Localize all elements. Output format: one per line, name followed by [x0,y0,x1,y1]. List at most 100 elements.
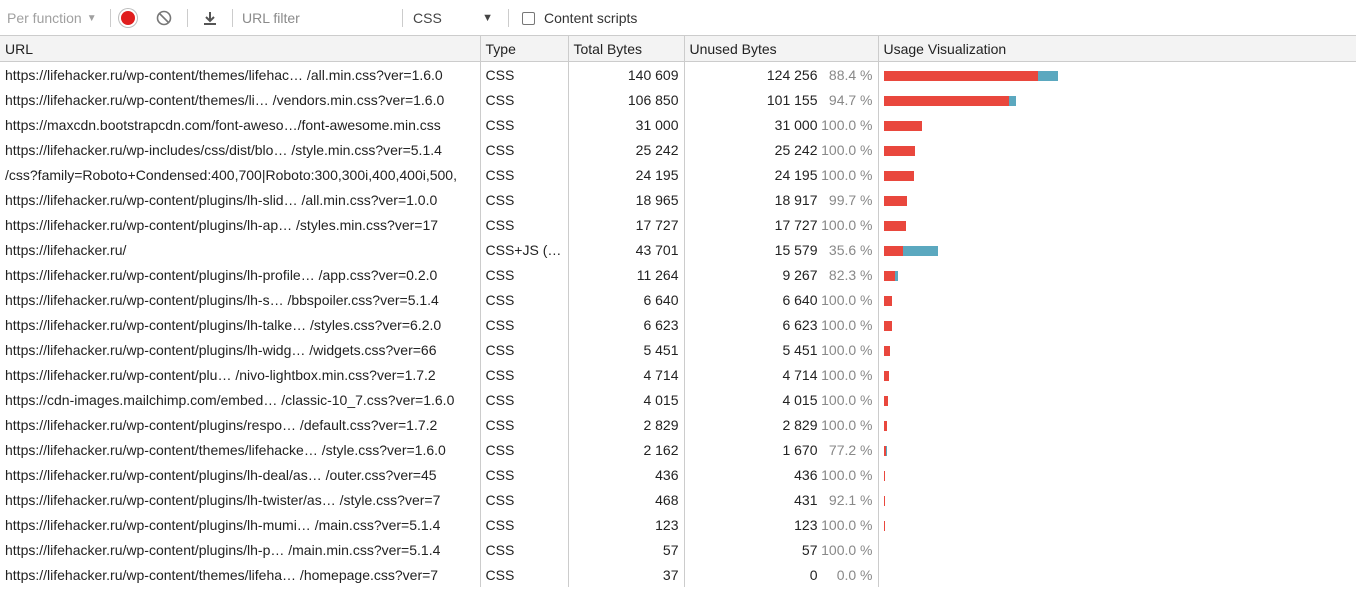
table-row[interactable]: https://lifehacker.ru/wp-content/plugins… [0,337,1356,362]
clear-button[interactable] [155,0,173,36]
row-url: https://lifehacker.ru/wp-content/plugins… [5,291,439,308]
usage-bar-unused [883,195,908,206]
usage-bar [883,345,1352,356]
row-total-bytes: 25 242 [567,137,684,162]
table-row[interactable]: https://lifehacker.ru/wp-content/plu… /n… [0,362,1356,387]
row-url: https://lifehacker.ru/wp-content/themes/… [5,91,445,108]
coverage-toolbar: Per function ▼ CSS ▼ Content scripts [0,0,1356,36]
column-header-total-bytes[interactable]: Total Bytes [567,36,684,62]
usage-bar [883,570,1352,581]
row-usage-visualization [877,537,1356,562]
table-row[interactable]: https://lifehacker.ru/wp-includes/css/di… [0,137,1356,162]
table-row[interactable]: https://lifehacker.ru/wp-content/themes/… [0,437,1356,462]
row-unused-percent: 100.0 % [821,516,873,533]
row-usage-visualization [877,312,1356,337]
table-row[interactable]: https://lifehacker.ru/CSS+JS (… 43 701 15 … [0,237,1356,262]
table-row[interactable]: https://lifehacker.ru/wp-content/plugins… [0,262,1356,287]
row-unused-percent: 100.0 % [821,466,873,483]
table-row[interactable]: https://lifehacker.ru/wp-content/plugins… [0,512,1356,537]
row-unused-bytes-cell: 431 92.1 % [683,487,878,512]
row-usage-visualization [877,162,1356,187]
type-filter-value: CSS [413,10,442,26]
toolbar-divider [232,9,233,27]
row-type: CSS [479,61,568,87]
content-scripts-toggle[interactable]: Content scripts [522,0,637,36]
row-usage-visualization [877,212,1356,237]
table-row[interactable]: https://lifehacker.ru/wp-content/themes/… [0,87,1356,112]
table-row[interactable]: https://maxcdn.bootstrapcdn.com/font-awe… [0,112,1356,137]
table-row[interactable]: https://lifehacker.ru/wp-content/plugins… [0,462,1356,487]
usage-bar [883,120,1352,131]
row-unused-percent: 88.4 % [828,66,873,83]
url-filter-input[interactable] [240,9,394,27]
row-unused-bytes-cell: 2 829 100.0 % [683,412,878,437]
row-unused-bytes: 2 829 [782,416,818,433]
column-header-unused-bytes[interactable]: Unused Bytes [683,36,878,62]
type-filter-select[interactable]: CSS ▼ [413,0,493,36]
row-total-bytes: 6 623 [567,312,684,337]
table-row[interactable]: https://lifehacker.ru/wp-content/plugins… [0,537,1356,562]
row-total-bytes: 18 965 [567,187,684,212]
row-unused-bytes: 431 [794,491,818,508]
row-usage-visualization [877,362,1356,387]
row-total-bytes: 468 [567,487,684,512]
table-row[interactable]: https://lifehacker.ru/wp-content/themes/… [0,61,1356,87]
row-unused-bytes: 4 714 [782,366,818,383]
table-row[interactable]: https://cdn-images.mailchimp.com/embed… … [0,387,1356,412]
row-total-bytes: 106 850 [567,87,684,112]
row-type: CSS [479,287,568,312]
row-unused-bytes-cell: 5 451 100.0 % [683,337,878,362]
row-usage-visualization [877,287,1356,312]
row-unused-bytes: 1 670 [782,441,818,458]
row-usage-visualization [877,512,1356,537]
row-total-bytes: 31 000 [567,112,684,137]
table-row[interactable]: https://lifehacker.ru/wp-content/plugins… [0,187,1356,212]
per-function-label: Per function [7,10,82,26]
row-total-bytes: 5 451 [567,337,684,362]
column-header-type[interactable]: Type [479,36,568,62]
row-unused-bytes-cell: 4 015 100.0 % [683,387,878,412]
row-total-bytes: 11 264 [567,262,684,287]
export-button[interactable] [201,0,219,36]
row-unused-percent: 100.0 % [821,391,873,408]
row-unused-percent: 100.0 % [821,216,873,233]
row-unused-bytes-cell: 436 100.0 % [683,462,878,487]
table-row[interactable]: https://lifehacker.ru/wp-content/plugins… [0,412,1356,437]
row-type: CSS [479,337,568,362]
row-url: https://lifehacker.ru/wp-content/plugins… [5,316,442,333]
row-usage-visualization [877,112,1356,137]
row-url: https://cdn-images.mailchimp.com/embed… … [5,391,455,408]
row-usage-visualization [877,487,1356,512]
row-usage-visualization [877,562,1356,587]
row-url: https://lifehacker.ru/wp-content/plugins… [5,516,441,533]
row-type: CSS [479,87,568,112]
table-row[interactable]: https://lifehacker.ru/wp-content/plugins… [0,287,1356,312]
row-unused-bytes: 5 451 [782,341,818,358]
row-type: CSS [479,112,568,137]
usage-bar-used [885,445,887,456]
record-button[interactable] [119,0,137,36]
table-row[interactable]: https://lifehacker.ru/wp-content/plugins… [0,312,1356,337]
row-unused-bytes-cell: 101 155 94.7 % [683,87,878,112]
row-usage-visualization [877,412,1356,437]
row-total-bytes: 6 640 [567,287,684,312]
row-unused-bytes: 18 917 [774,191,818,208]
row-unused-bytes-cell: 17 727 100.0 % [683,212,878,237]
table-row[interactable]: https://lifehacker.ru/wp-content/themes/… [0,562,1356,587]
usage-bar-unused [883,320,892,331]
column-header-usage-visualization[interactable]: Usage Visualization [877,36,1356,62]
usage-bar-unused [883,145,915,156]
row-type: CSS [479,512,568,537]
usage-bar [883,295,1352,306]
usage-bar-unused [883,70,1039,81]
column-header-url[interactable]: URL [0,36,480,62]
toolbar-divider [187,9,188,27]
content-scripts-checkbox[interactable] [522,11,535,25]
usage-bar [883,545,1352,556]
per-function-dropdown[interactable]: Per function ▼ [7,0,97,36]
table-row[interactable]: https://lifehacker.ru/wp-content/plugins… [0,212,1356,237]
table-row[interactable]: https://lifehacker.ru/wp-content/plugins… [0,487,1356,512]
table-row[interactable]: /css?family=Roboto+Condensed:400,700|Rob… [0,162,1356,187]
row-url: https://lifehacker.ru/wp-content/themes/… [5,441,446,458]
row-total-bytes: 4 015 [567,387,684,412]
